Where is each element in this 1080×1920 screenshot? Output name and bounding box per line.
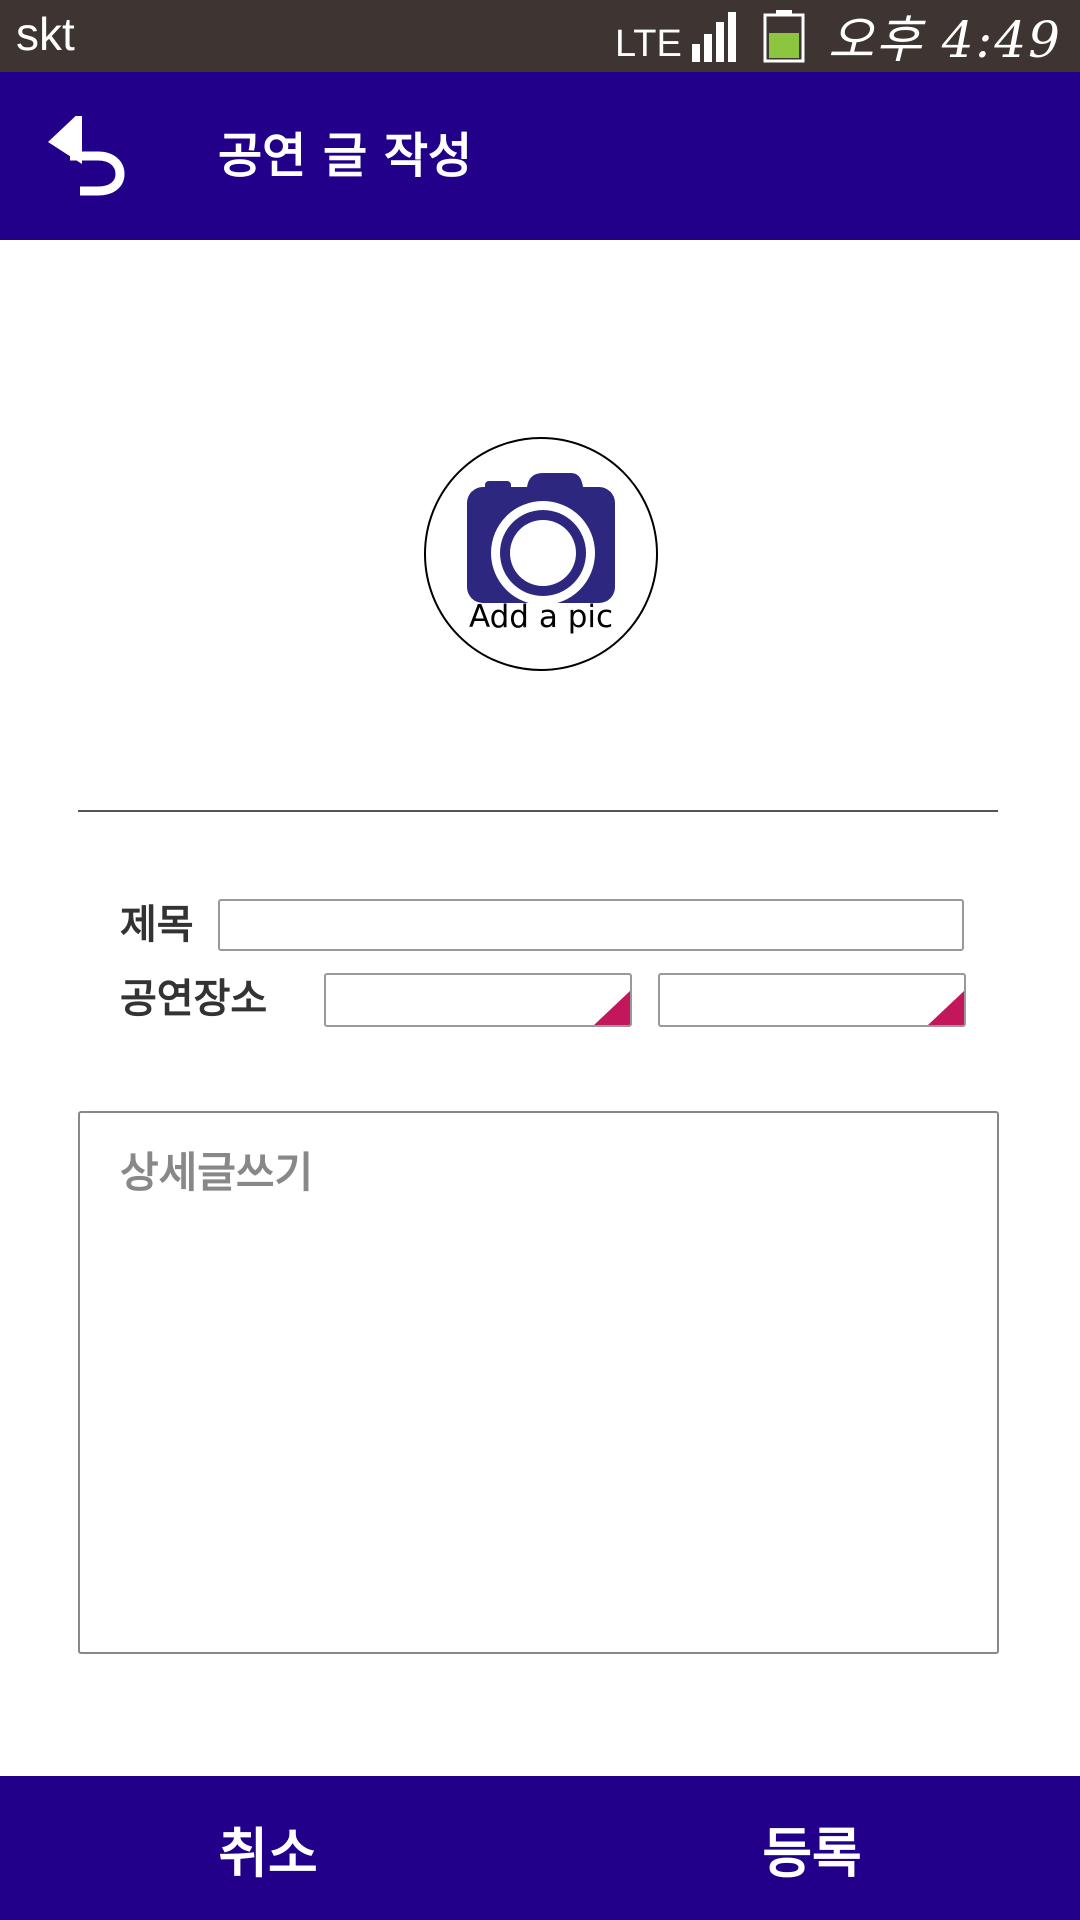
title-label: 제목 bbox=[120, 902, 194, 948]
screen: skt LTE 오후 4:49 공연 글 작성 Add a pic 제목 공연장… bbox=[0, 0, 1080, 1920]
clock: 오후 4:49 bbox=[827, 11, 1062, 69]
bottom-action-bar: 취소 등록 bbox=[0, 1776, 1080, 1920]
app-bar: 공연 글 작성 bbox=[0, 72, 1080, 240]
signal-icon bbox=[691, 12, 736, 62]
register-button[interactable]: 등록 bbox=[540, 1776, 1080, 1920]
network-type: LTE bbox=[614, 22, 682, 65]
add-photo-button[interactable]: Add a pic bbox=[424, 437, 658, 671]
venue-select-2[interactable] bbox=[658, 973, 966, 1027]
status-indicators: LTE 오후 4:49 bbox=[615, 0, 1062, 72]
venue-label: 공연장소 bbox=[120, 976, 268, 1022]
details-textarea[interactable] bbox=[78, 1111, 999, 1654]
page-title: 공연 글 작성 bbox=[218, 128, 473, 184]
carrier-name: skt bbox=[16, 8, 75, 60]
status-bar: skt LTE 오후 4:49 bbox=[0, 0, 1080, 72]
add-photo-label: Add a pic bbox=[468, 599, 614, 635]
back-button[interactable] bbox=[40, 110, 130, 196]
camera-icon bbox=[467, 473, 615, 603]
venue-select-1[interactable] bbox=[324, 973, 632, 1027]
battery-icon bbox=[763, 10, 805, 63]
dropdown-arrow-icon bbox=[594, 991, 630, 1025]
dropdown-arrow-icon bbox=[928, 991, 964, 1025]
cancel-button[interactable]: 취소 bbox=[0, 1776, 540, 1920]
title-input[interactable] bbox=[218, 899, 964, 951]
divider bbox=[78, 810, 998, 812]
back-arrow-icon bbox=[48, 110, 125, 196]
